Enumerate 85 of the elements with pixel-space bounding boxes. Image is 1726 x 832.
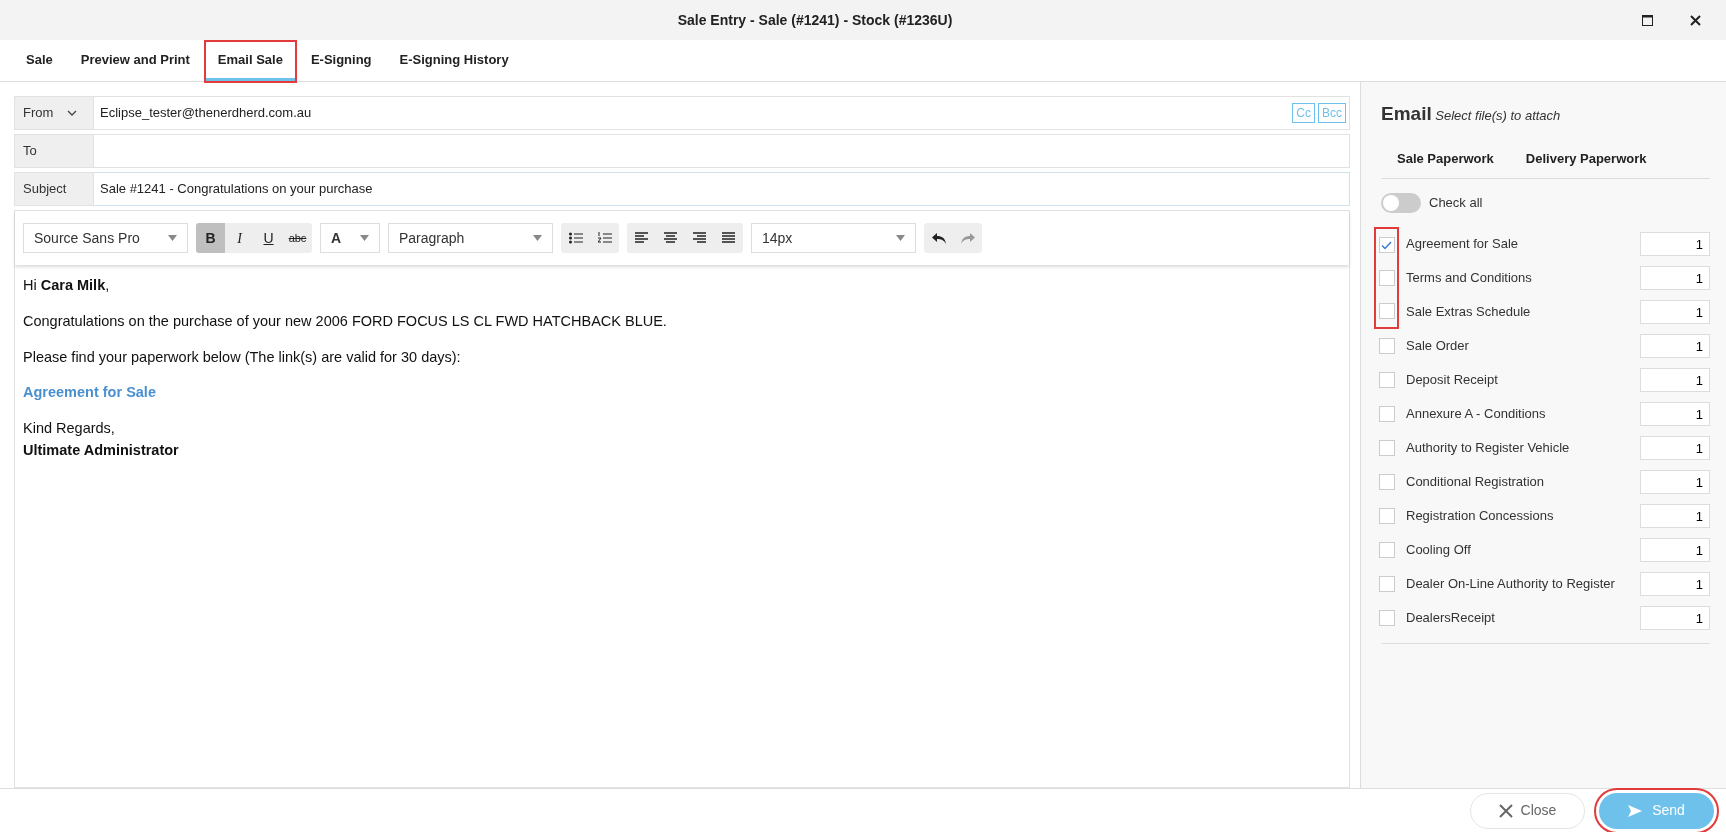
greeting-text: Hi Cara Milk, [23, 276, 111, 295]
checkbox[interactable] [1378, 303, 1395, 319]
from-field[interactable]: Eclipse_tester@thenerdherd.com.au [94, 96, 1293, 130]
copies-field[interactable]: 1 [1640, 368, 1710, 392]
checkbox[interactable] [1378, 406, 1395, 422]
to-label: To [14, 134, 94, 168]
tab[interactable]: Sale [14, 41, 65, 81]
align-left-icon [634, 232, 649, 244]
attachment-label: Sale Order [1406, 337, 1470, 356]
copies-field[interactable]: 1 [1640, 334, 1710, 358]
paperwork-tab[interactable]: Sale Paperwork [1381, 138, 1510, 178]
bold-button[interactable]: B [196, 223, 225, 253]
strikethrough-button[interactable]: abc [283, 223, 312, 253]
copies-field[interactable]: 1 [1640, 504, 1710, 528]
paperwork-tab[interactable]: Delivery Paperwork [1509, 138, 1663, 178]
copies-field[interactable]: 1 [1640, 300, 1710, 324]
attachment-label: Registration Concessions [1406, 507, 1555, 526]
checkbox[interactable] [1378, 237, 1395, 253]
attachment-label: Conditional Registration [1406, 473, 1546, 492]
caret-icon [360, 235, 369, 241]
attachment-label: Cooling Off [1406, 541, 1472, 560]
tab[interactable]: Email Sale [205, 41, 295, 81]
caret-icon [533, 235, 542, 241]
bullet-list-icon [568, 232, 583, 244]
window-title: Sale Entry - Sale (#1241) - Stock (#1236U) [676, 10, 954, 30]
checkbox[interactable] [1378, 372, 1395, 388]
copies-field[interactable]: 1 [1640, 538, 1710, 562]
check-all-label: Check all [1429, 194, 1483, 213]
body-text: Please find your paperwork below (The link(s) are valid for 30 days): [23, 347, 462, 367]
attachment-label: Sale Extras Schedule [1406, 303, 1532, 322]
attachment-label: Agreement for Sale [1406, 235, 1519, 254]
copies-field[interactable]: 1 [1640, 572, 1710, 596]
align-center-icon [663, 232, 678, 244]
closing-text: Kind Regards, [23, 419, 116, 438]
redo-icon [960, 232, 975, 244]
attachment-label: Authority to Register Vehicle [1406, 439, 1571, 458]
tab[interactable]: E-Signing [298, 41, 384, 81]
caret-icon [168, 235, 177, 241]
close-icon [1498, 803, 1513, 818]
from-dropdown[interactable]: From [14, 96, 94, 130]
caret-icon [896, 235, 905, 241]
to-field[interactable] [94, 134, 1350, 168]
block-format-dropdown[interactable]: Paragraph [388, 223, 553, 253]
check-all-toggle[interactable] [1381, 193, 1421, 213]
align-right-icon [692, 232, 707, 244]
copies-field[interactable]: 1 [1640, 606, 1710, 630]
attachment-label: Dealer On-Line Authority to Register [1406, 575, 1616, 594]
checkbox[interactable] [1378, 270, 1395, 286]
attachment-label: Annexure A - Conditions [1406, 405, 1547, 424]
undo-icon [931, 232, 946, 244]
attachment-label: Deposit Receipt [1406, 371, 1499, 390]
copies-field[interactable]: 1 [1640, 402, 1710, 426]
close-button[interactable]: Close [1470, 792, 1585, 829]
close-icon [1689, 14, 1701, 26]
font-size-dropdown[interactable]: 14px [751, 223, 916, 253]
panel-subheading: Select file(s) to attach [1435, 108, 1561, 123]
tab[interactable]: E-Signing History [387, 41, 521, 81]
subject-field[interactable]: Sale #1241 - Congratulations on your purchase [94, 172, 1350, 206]
underline-button[interactable]: U [254, 223, 283, 253]
numbered-list-icon [597, 232, 612, 244]
signature-text: Ultimate Administrator [23, 440, 180, 460]
checkbox[interactable] [1378, 610, 1395, 626]
checkbox[interactable] [1378, 576, 1395, 592]
caret-icon [67, 110, 78, 116]
copies-field[interactable]: 1 [1640, 232, 1710, 256]
justify-icon [721, 232, 736, 244]
copies-field[interactable]: 1 [1640, 470, 1710, 494]
attachment-label: DealersReceipt [1406, 609, 1496, 628]
send-icon [1628, 804, 1643, 817]
tab[interactable]: Preview and Print [68, 41, 202, 81]
maximize-icon [1641, 14, 1653, 26]
checkbox[interactable] [1378, 508, 1395, 524]
font-dropdown[interactable]: Source Sans Pro [23, 223, 188, 253]
checkbox[interactable] [1378, 542, 1395, 558]
copies-field[interactable]: 1 [1640, 266, 1710, 290]
subject-label: Subject [14, 172, 94, 206]
body-text: Congratulations on the purchase of your new 2006 FORD FOCUS LS CL FWD HATCHBACK BLUE. [23, 311, 668, 331]
text-color-dropdown[interactable]: A [320, 223, 380, 253]
checkbox[interactable] [1378, 338, 1395, 354]
copies-field[interactable]: 1 [1640, 436, 1710, 460]
checkbox[interactable] [1378, 474, 1395, 490]
checkbox[interactable] [1378, 440, 1395, 456]
panel-heading: Email [1381, 103, 1432, 124]
attachment-label: Terms and Conditions [1406, 269, 1533, 288]
italic-button[interactable]: I [225, 223, 254, 253]
